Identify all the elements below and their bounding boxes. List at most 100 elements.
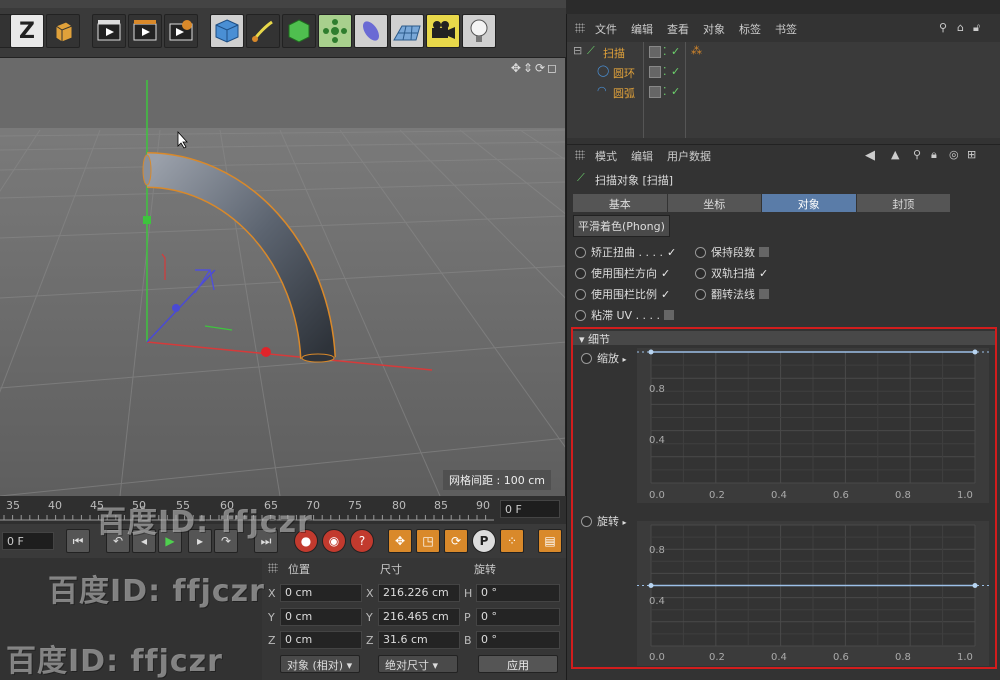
current-frame-field[interactable]: 0 F [2, 532, 54, 550]
panel-grip[interactable] [575, 23, 585, 33]
object-row-sweep[interactable]: ⊟ ⟋ 扫描 ⁚ ✓ ⁂ [567, 42, 1000, 62]
rot-b-field[interactable]: 0 ° [476, 631, 560, 649]
visibility-dots-icon[interactable]: ⁚ [663, 45, 667, 58]
camera-button[interactable] [426, 14, 460, 48]
option-sticky-uv[interactable]: 粘滞 UV . . . . [575, 307, 675, 323]
key-scale-button[interactable]: ◳ [416, 529, 440, 553]
size-y-field[interactable]: 216.465 cm [378, 608, 460, 626]
floor-button[interactable] [390, 14, 424, 48]
object-row-arc[interactable]: ◠ 圆弧 ⁚ ✓ [567, 82, 1000, 102]
light-button[interactable] [462, 14, 496, 48]
checkbox-unchecked[interactable] [759, 247, 769, 257]
apply-button[interactable]: 应用 [478, 655, 558, 673]
new-panel-icon[interactable]: ⊞ [967, 148, 976, 161]
menu-tags[interactable]: 标签 [739, 21, 761, 37]
target-icon[interactable]: ◎ [949, 148, 959, 161]
lock-icon[interactable]: 🔓︎ [973, 21, 980, 35]
key-position-button[interactable]: ✥ [388, 529, 412, 553]
menu-edit[interactable]: 编辑 [631, 148, 653, 164]
option-use-rail-scale[interactable]: 使用围栏比例 ✓ [575, 286, 670, 302]
menu-bookmarks[interactable]: 书签 [775, 21, 797, 37]
menu-user-data[interactable]: 用户数据 [667, 148, 711, 164]
3d-viewport[interactable]: ✥⇕⟳◻ 网格间距 : 100 cm [0, 58, 566, 496]
search-icon[interactable]: ⚲ [913, 148, 921, 161]
enabled-check-icon[interactable]: ✓ [671, 65, 680, 78]
visibility-dots-icon[interactable]: ⁚ [663, 85, 667, 98]
menu-objects[interactable]: 对象 [703, 21, 725, 37]
render-view-button[interactable] [92, 14, 126, 48]
pos-y-field[interactable]: 0 cm [280, 608, 362, 626]
size-mode-select[interactable]: 绝对尺寸 ▾ [378, 655, 458, 673]
animate-radio[interactable] [695, 247, 706, 258]
option-2-rail[interactable]: 双轨扫描 ✓ [695, 265, 768, 281]
menu-edit[interactable]: 编辑 [631, 21, 653, 37]
nurbs-button[interactable] [282, 14, 316, 48]
object-name[interactable]: 圆环 [613, 65, 635, 81]
option-correct-twist[interactable]: 矫正扭曲 . . . . ✓ [575, 244, 676, 260]
tab-object[interactable]: 对象 [762, 194, 857, 212]
checkbox-unchecked[interactable] [664, 310, 675, 320]
key-parameter-button[interactable]: P [472, 529, 496, 553]
enabled-check-icon[interactable]: ✓ [671, 45, 680, 58]
visibility-dots-icon[interactable]: ⁚ [663, 65, 667, 78]
menu-file[interactable]: 文件 [595, 21, 617, 37]
tab-basic[interactable]: 基本 [573, 194, 668, 212]
rot-h-field[interactable]: 0 ° [476, 584, 560, 602]
viewport-nav-icons[interactable]: ✥⇕⟳◻ [511, 61, 559, 75]
deformer-button[interactable] [354, 14, 388, 48]
checkbox-checked[interactable]: ✓ [661, 288, 670, 301]
enabled-check-icon[interactable]: ✓ [671, 85, 680, 98]
rot-p-field[interactable]: 0 ° [476, 608, 560, 626]
pen-spline-button[interactable] [246, 14, 280, 48]
render-settings-button[interactable] [164, 14, 198, 48]
size-x-field[interactable]: 216.226 cm [378, 584, 460, 602]
coordinate-mode-select[interactable]: 对象 (相对) ▾ [280, 655, 360, 673]
pos-x-field[interactable]: 0 cm [280, 584, 362, 602]
up-arrow-icon[interactable]: ▲ [891, 148, 899, 161]
key-point-level-button[interactable]: ⁘ [500, 529, 524, 553]
y-axis-handle[interactable] [143, 216, 151, 224]
option-use-rail-direction[interactable]: 使用围栏方向 ✓ [575, 265, 670, 281]
layer-box[interactable] [649, 66, 661, 78]
option-keep-segments[interactable]: 保持段数 [695, 244, 769, 260]
back-arrow-icon[interactable]: ◀ [865, 148, 875, 163]
cube-object-button[interactable] [210, 14, 244, 48]
render-picture-viewer-button[interactable] [128, 14, 162, 48]
end-frame-field[interactable]: 0 F [500, 500, 560, 518]
go-to-start-button[interactable]: ⏮ [66, 529, 90, 553]
lock-icon[interactable]: 🔒︎ [931, 148, 937, 162]
key-rotation-button[interactable]: ⟳ [444, 529, 468, 553]
z-axis-lock-button[interactable]: Z [10, 14, 44, 48]
pos-z-field[interactable]: 0 cm [280, 631, 362, 649]
animate-radio[interactable] [695, 268, 706, 279]
menu-mode[interactable]: 模式 [595, 148, 617, 164]
checkbox-checked[interactable]: ✓ [667, 246, 676, 259]
animate-radio[interactable] [575, 310, 586, 321]
checkbox-checked[interactable]: ✓ [759, 267, 768, 280]
panel-grip[interactable] [268, 563, 278, 573]
coordinate-system-button[interactable] [46, 14, 80, 48]
option-flip-normals[interactable]: 翻转法线 [695, 286, 769, 302]
viewport-scene[interactable] [0, 58, 566, 496]
panel-grip[interactable] [575, 150, 585, 160]
object-name[interactable]: 圆弧 [613, 85, 635, 101]
layer-box[interactable] [649, 46, 661, 58]
timeline-window-button[interactable]: ▤ [538, 529, 562, 553]
checkbox-checked[interactable]: ✓ [661, 267, 670, 280]
layer-box[interactable] [649, 86, 661, 98]
animate-radio[interactable] [695, 289, 706, 300]
search-icon[interactable]: ⚲ [939, 21, 947, 34]
z-axis-handle[interactable] [172, 304, 180, 312]
animate-radio[interactable] [575, 289, 586, 300]
size-z-field[interactable]: 31.6 cm [378, 631, 460, 649]
home-icon[interactable]: ⌂ [957, 21, 964, 34]
animate-radio[interactable] [575, 268, 586, 279]
tab-coordinates[interactable]: 坐标 [667, 194, 762, 212]
object-name[interactable]: 扫描 [603, 45, 625, 61]
checkbox-unchecked[interactable] [759, 289, 769, 299]
object-row-circle[interactable]: ◯ 圆环 ⁚ ✓ [567, 62, 1000, 82]
x-axis-handle[interactable] [261, 347, 271, 357]
tree-collapse-icon[interactable]: ⊟ [573, 44, 582, 57]
auto-key-button[interactable]: ◉ [322, 529, 346, 553]
array-button[interactable] [318, 14, 352, 48]
